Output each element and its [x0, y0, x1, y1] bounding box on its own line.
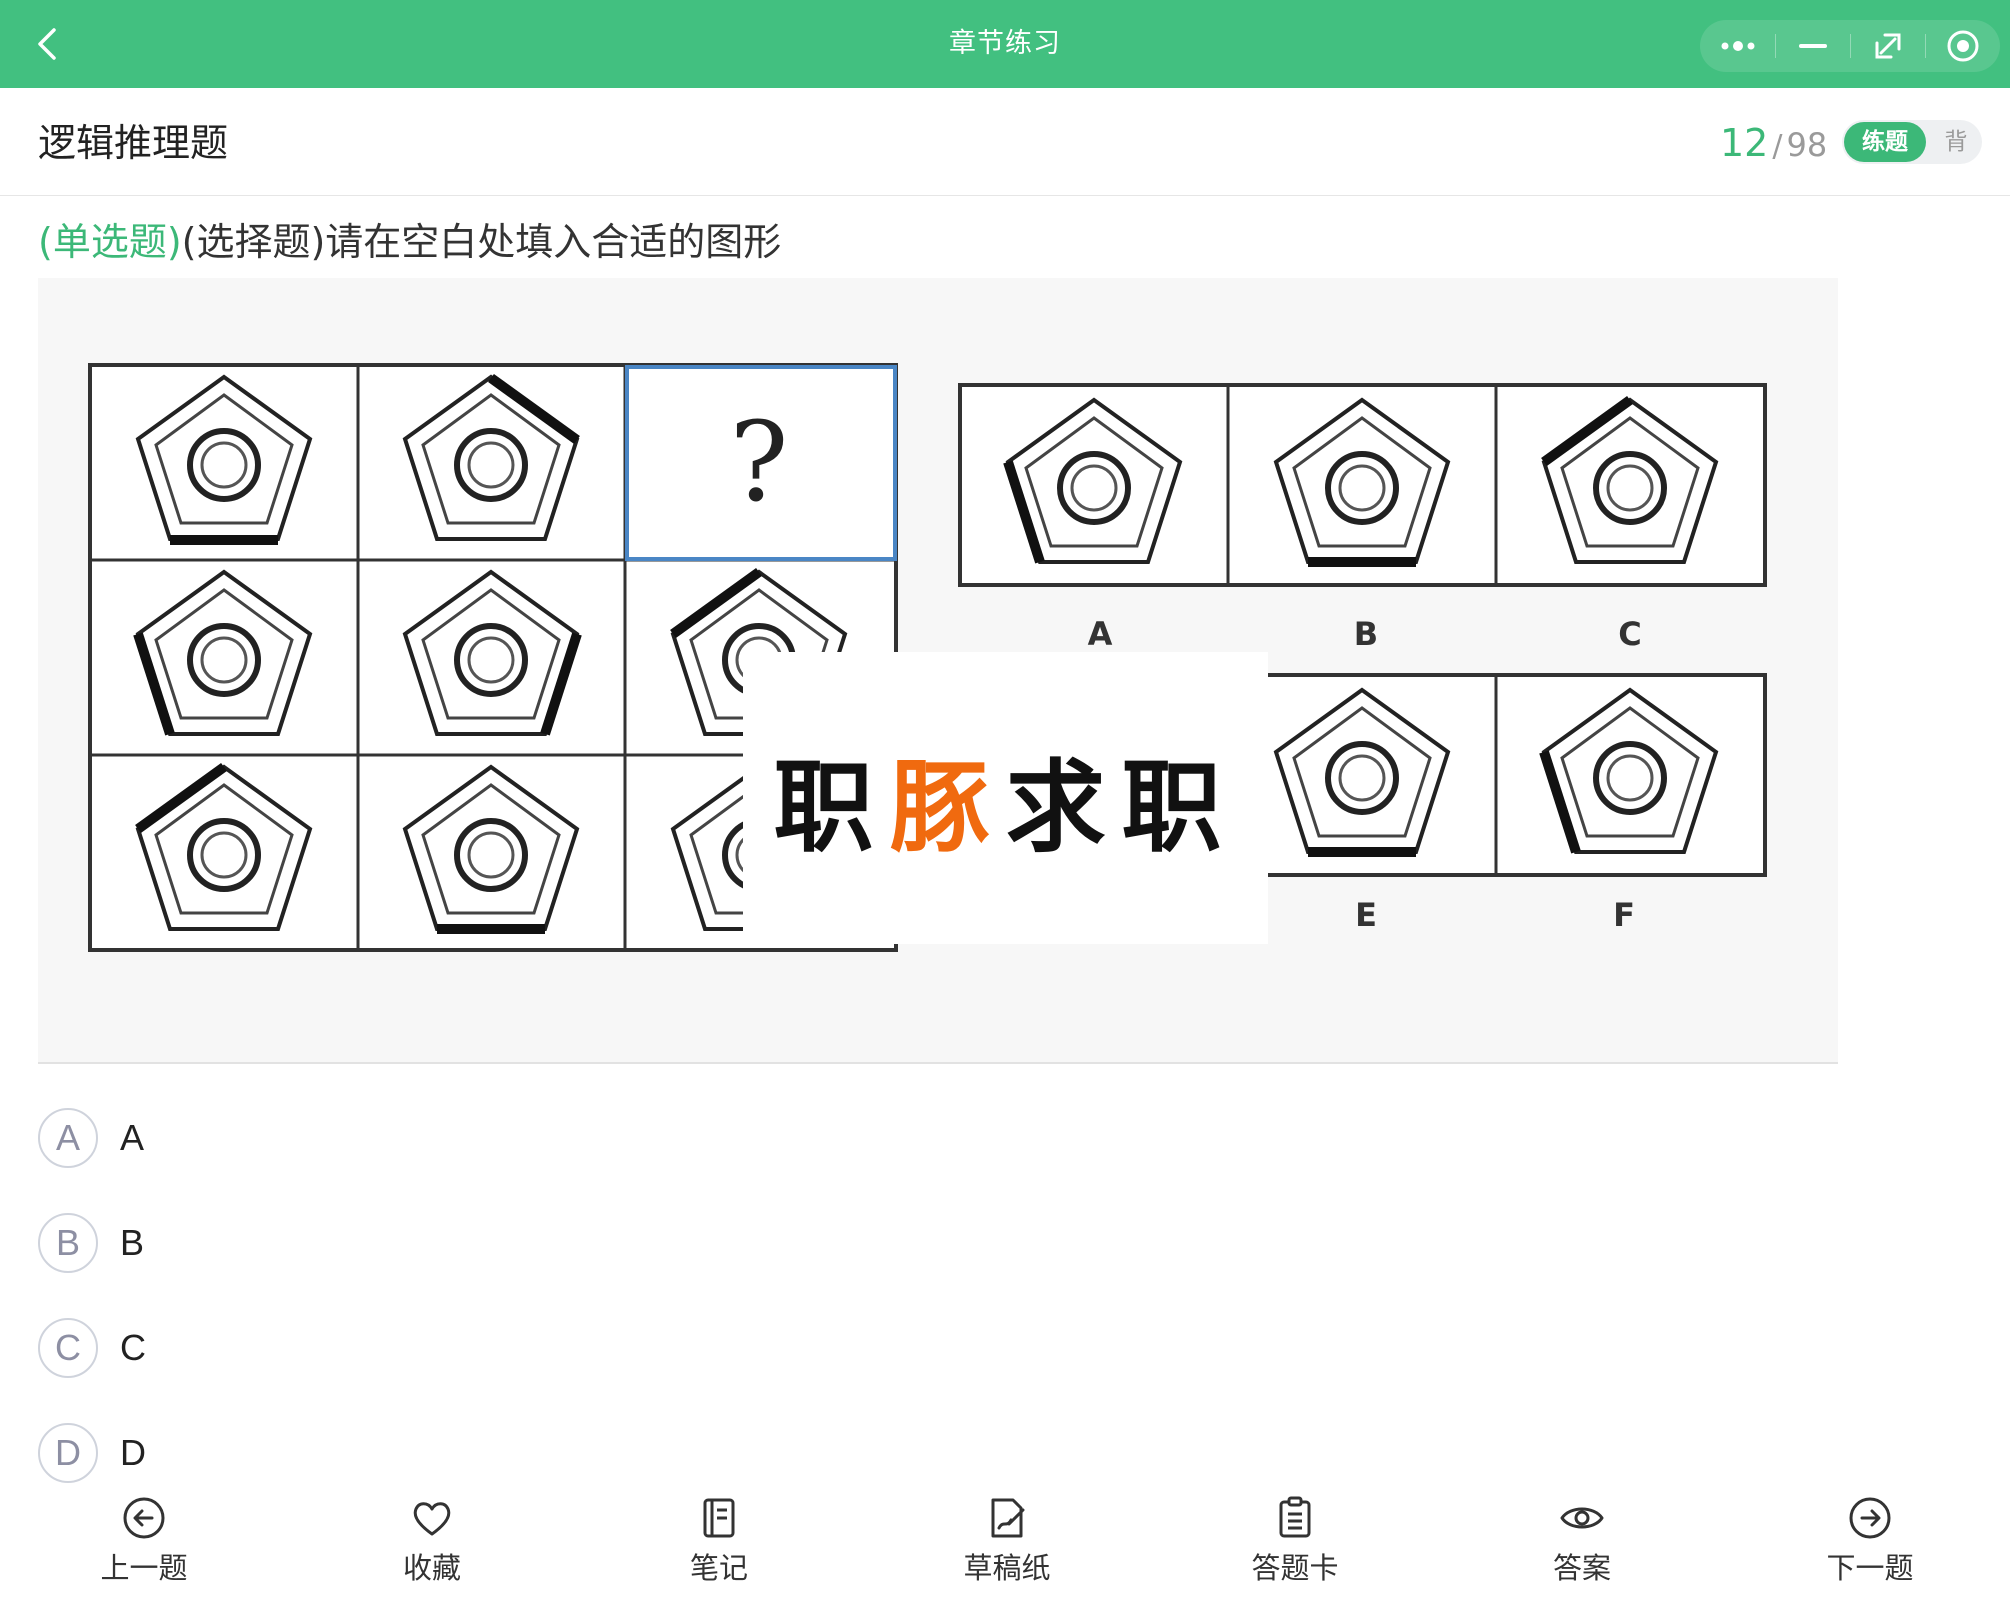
- close-circle-icon: [1947, 30, 1978, 62]
- nav-label: 上一题: [100, 1551, 188, 1585]
- watermark: 职豚求职: [743, 652, 1268, 944]
- question-type-label: (单选题): [38, 220, 182, 264]
- restore-button[interactable]: [1850, 20, 1925, 72]
- watermark-char-3: 求职: [1005, 748, 1238, 866]
- close-button[interactable]: [1925, 20, 2000, 72]
- arrow-right-circle-icon: [1849, 1497, 1891, 1539]
- practice-mode-button[interactable]: 练题: [1844, 122, 1926, 162]
- bottom-nav: 上一题 收藏 笔记 草稿纸 答题卡 答案 下一题: [0, 1484, 2010, 1597]
- nav-label: 下一题: [1826, 1551, 1914, 1585]
- option-d[interactable]: D D: [38, 1423, 146, 1483]
- option-label: D: [120, 1432, 146, 1473]
- more-icon: [1721, 41, 1754, 51]
- option-letter: A: [38, 1108, 98, 1168]
- nav-label: 草稿纸: [963, 1551, 1051, 1585]
- prev-question-button[interactable]: 上一题: [59, 1494, 229, 1594]
- nav-label: 答题卡: [1251, 1551, 1339, 1585]
- watermark-text: 职豚求职: [774, 726, 1238, 871]
- top-bar: 章节练习: [0, 0, 2010, 88]
- draft-paper-icon: [991, 1498, 1025, 1538]
- nav-label: 答案: [1552, 1551, 1611, 1585]
- question-mark: ?: [730, 398, 789, 526]
- draft-paper-button[interactable]: 草稿纸: [922, 1494, 1092, 1594]
- answer-card-button[interactable]: 答题卡: [1210, 1494, 1380, 1594]
- option-letter: C: [38, 1318, 98, 1378]
- eye-icon: [1560, 1507, 1604, 1529]
- mode-toggle[interactable]: 练题 背: [1842, 120, 1982, 164]
- answer-label-f: F: [1613, 896, 1635, 934]
- option-label: B: [120, 1222, 145, 1263]
- notes-button[interactable]: 笔记: [634, 1494, 804, 1594]
- current-question-number: 12: [1720, 121, 1769, 165]
- answer-label-b: B: [1354, 615, 1378, 653]
- counter-separator: /: [1772, 129, 1783, 164]
- watermark-char-1: 职: [773, 748, 890, 866]
- memorize-mode-button[interactable]: 背: [1934, 122, 1978, 162]
- answer-label-e: E: [1355, 896, 1377, 934]
- chapter-title: 逻辑推理题: [38, 121, 229, 165]
- option-c[interactable]: C C: [38, 1318, 146, 1378]
- nav-label: 笔记: [689, 1551, 748, 1585]
- answer-card-icon: [1279, 1496, 1311, 1538]
- question-stem: (单选题)(选择题)请在空白处填入合适的图形: [38, 216, 781, 268]
- option-letter: B: [38, 1213, 98, 1273]
- show-answer-button[interactable]: 答案: [1497, 1494, 1667, 1594]
- arrow-left-circle-icon: [123, 1497, 165, 1539]
- total-question-count: 98: [1786, 126, 1828, 164]
- favorite-button[interactable]: 收藏: [347, 1494, 517, 1594]
- watermark-char-2: 豚: [889, 748, 1006, 866]
- question-counter: 12/98: [1720, 118, 1827, 176]
- more-button[interactable]: [1700, 20, 1775, 72]
- nav-label: 收藏: [402, 1551, 461, 1585]
- option-a[interactable]: A A: [38, 1108, 144, 1168]
- option-label: C: [120, 1327, 146, 1368]
- answer-label-c: C: [1618, 615, 1641, 653]
- window-capsule: [1700, 20, 2000, 72]
- option-b[interactable]: B B: [38, 1213, 144, 1273]
- heart-icon: [413, 1502, 451, 1536]
- restore-icon: [1875, 33, 1900, 59]
- option-letter: D: [38, 1423, 98, 1483]
- option-label: A: [120, 1117, 145, 1158]
- next-question-button[interactable]: 下一题: [1785, 1494, 1955, 1594]
- chapter-header: 逻辑推理题 12/98 练题 背: [0, 88, 2010, 196]
- question-text: (选择题)请在空白处填入合适的图形: [181, 220, 782, 264]
- notebook-icon: [703, 1498, 735, 1538]
- answer-label-a: A: [1088, 615, 1113, 653]
- minimize-icon: [1798, 44, 1827, 48]
- minimize-button[interactable]: [1775, 20, 1850, 72]
